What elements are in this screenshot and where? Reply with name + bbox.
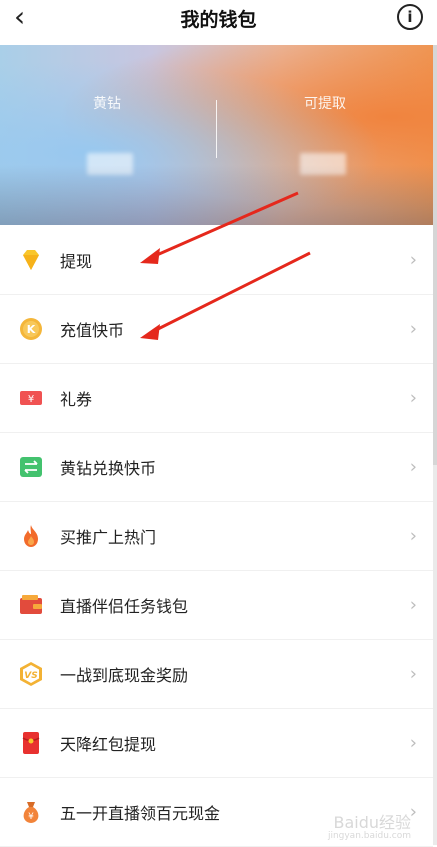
red-envelope-icon [22, 732, 40, 754]
exchange-icon [20, 457, 42, 477]
coin-icon: K [20, 318, 42, 340]
menu-item-label: 买推广上热门 [60, 528, 157, 547]
yellow-diamond-label: 黄钻 [93, 96, 121, 112]
diamond-icon [23, 250, 39, 270]
page-title: 我的钱包 [180, 9, 257, 31]
vs-badge-icon: VS [20, 662, 42, 686]
flame-icon [24, 525, 38, 547]
scrollbar-thumb[interactable] [433, 45, 437, 465]
banner-divider [216, 100, 217, 158]
chevron-right-icon: › [409, 456, 417, 478]
svg-text:¥: ¥ [28, 812, 34, 822]
info-icon: i [407, 8, 413, 26]
svg-text:K: K [27, 323, 36, 336]
menu-item-coupons[interactable]: ¥ 礼券 › [0, 364, 433, 433]
money-bag-icon: ¥ [23, 802, 39, 823]
menu-item-live-companion-wallet[interactable]: 直播伴侣任务钱包 › [0, 571, 433, 640]
menu-item-label: 礼券 [60, 390, 93, 409]
withdrawable-value-blurred [300, 153, 346, 175]
yellow-diamond-value-blurred [87, 153, 133, 175]
wallet-menu-list: 提现 › K 充值快币 › ¥ 礼券 › 黄钻兑换快币 › 买推广上热门 › 直… [0, 226, 433, 847]
menu-item-label: 直播伴侣任务钱包 [60, 597, 189, 616]
chevron-right-icon: › [409, 663, 417, 685]
menu-item-label: 天降红包提现 [60, 735, 157, 754]
menu-item-recharge-coins[interactable]: K 充值快币 › [0, 295, 433, 364]
watermark: Baidu经验 [333, 813, 411, 832]
header: ‹ 我的钱包 i [0, 0, 437, 45]
chevron-right-icon: › [409, 732, 417, 754]
menu-item-label: 五一开直播领百元现金 [60, 804, 221, 823]
watermark-url: jingyan.baidu.com [327, 831, 411, 841]
svg-text:VS: VS [24, 671, 37, 681]
balance-banner: 黄钻 可提取 [0, 45, 433, 225]
withdrawable-label: 可提取 [304, 96, 346, 112]
info-button[interactable]: i [397, 4, 423, 30]
wallet-icon [20, 595, 42, 614]
menu-item-red-envelope[interactable]: 天降红包提现 › [0, 709, 433, 778]
chevron-right-icon: › [409, 249, 417, 271]
chevron-right-icon: › [409, 318, 417, 340]
chevron-right-icon: › [409, 525, 417, 547]
menu-item-label: 一战到底现金奖励 [60, 666, 189, 685]
menu-item-withdraw[interactable]: 提现 › [0, 226, 433, 295]
svg-text:¥: ¥ [28, 394, 34, 405]
chevron-right-icon: › [409, 387, 417, 409]
menu-item-battle-reward[interactable]: VS 一战到底现金奖励 › [0, 640, 433, 709]
menu-item-label: 黄钻兑换快币 [60, 459, 157, 478]
coupon-icon: ¥ [20, 391, 42, 405]
menu-item-promotion[interactable]: 买推广上热门 › [0, 502, 433, 571]
menu-item-exchange[interactable]: 黄钻兑换快币 › [0, 433, 433, 502]
menu-item-label: 充值快币 [60, 321, 125, 340]
chevron-right-icon: › [409, 594, 417, 616]
menu-item-label: 提现 [60, 252, 93, 271]
